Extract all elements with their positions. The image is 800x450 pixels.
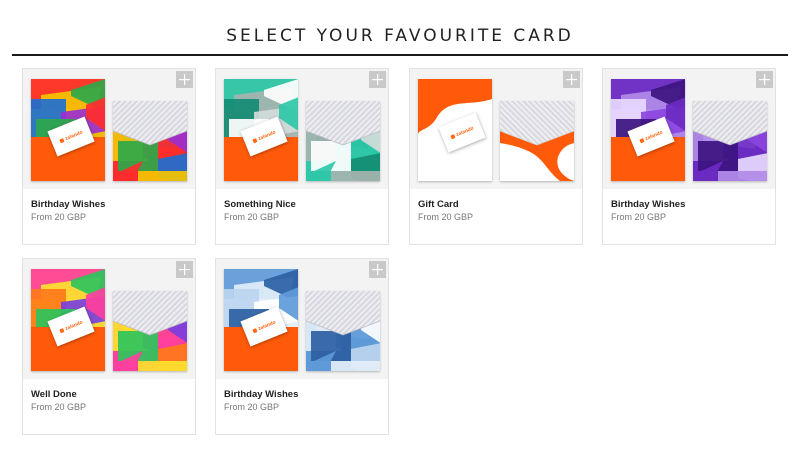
- card-name: Birthday Wishes: [611, 199, 686, 210]
- plus-icon: [759, 74, 770, 85]
- add-card-button[interactable]: [176, 71, 193, 88]
- brand-dot-icon: [58, 327, 65, 333]
- add-card-button[interactable]: [369, 71, 386, 88]
- card-tile[interactable]: zalando: [215, 68, 389, 245]
- card-price: From 20 GBP: [418, 212, 474, 222]
- card-name: Something Nice: [224, 199, 296, 210]
- card-preview[interactable]: zalando: [23, 259, 195, 379]
- title-divider: [12, 54, 788, 56]
- envelope-image: [306, 291, 380, 371]
- brand-logo: zalando: [257, 129, 277, 142]
- card-price: From 20 GBP: [31, 402, 87, 412]
- card-image: zalando: [224, 79, 298, 181]
- card-image: zalando: [31, 269, 105, 371]
- add-card-button[interactable]: [176, 261, 193, 278]
- envelope-flap: [306, 291, 380, 336]
- card-tile[interactable]: zalando: [215, 258, 389, 435]
- card-name: Birthday Wishes: [31, 199, 106, 210]
- brand-logo: zalando: [257, 319, 277, 332]
- brand-dot-icon: [251, 137, 258, 143]
- card-preview[interactable]: zalando: [216, 69, 388, 189]
- card-tile[interactable]: zalando: [22, 258, 196, 435]
- card-price: From 20 GBP: [224, 212, 280, 222]
- envelope-image: [113, 101, 187, 181]
- plus-icon: [372, 74, 383, 85]
- card-preview[interactable]: zalando: [216, 259, 388, 379]
- card-tile[interactable]: zalando: [22, 68, 196, 245]
- card-price: From 20 GBP: [31, 212, 87, 222]
- envelope-artwork: [500, 130, 574, 181]
- envelope-image: [306, 101, 380, 181]
- card-preview[interactable]: zalando: [23, 69, 195, 189]
- card-tile[interactable]: zalando: [602, 68, 776, 245]
- brand-dot-icon: [251, 327, 258, 333]
- card-name: Well Done: [31, 389, 77, 400]
- envelope-image: [500, 101, 574, 181]
- envelope-image: [693, 101, 767, 181]
- brand-dot-icon: [638, 137, 645, 143]
- card-price: From 20 GBP: [611, 212, 667, 222]
- plus-icon: [372, 264, 383, 275]
- brand-dot-icon: [449, 133, 456, 139]
- brand-logo: zalando: [455, 125, 475, 138]
- envelope-image: [113, 291, 187, 371]
- card-name: Gift Card: [418, 199, 459, 210]
- plus-icon: [566, 74, 577, 85]
- brand-dot-icon: [58, 137, 65, 143]
- envelope-flap: [306, 101, 380, 146]
- card-preview[interactable]: zalando: [603, 69, 775, 189]
- card-tile[interactable]: zalando Gift Card From 20 GBP: [409, 68, 583, 245]
- envelope-flap: [693, 101, 767, 146]
- brand-logo: zalando: [64, 319, 84, 332]
- card-image: zalando: [224, 269, 298, 371]
- add-card-button[interactable]: [756, 71, 773, 88]
- brand-logo: zalando: [644, 129, 664, 142]
- add-card-button[interactable]: [369, 261, 386, 278]
- plus-icon: [179, 264, 190, 275]
- envelope-flap: [113, 101, 187, 146]
- add-card-button[interactable]: [563, 71, 580, 88]
- card-preview[interactable]: zalando: [410, 69, 582, 189]
- card-image: zalando: [418, 79, 492, 181]
- card-image: zalando: [31, 79, 105, 181]
- envelope-flap: [113, 291, 187, 336]
- card-price: From 20 GBP: [224, 402, 280, 412]
- page-title: SELECT YOUR FAVOURITE CARD: [226, 26, 574, 46]
- plus-icon: [179, 74, 190, 85]
- brand-logo: zalando: [64, 129, 84, 142]
- card-image: zalando: [611, 79, 685, 181]
- card-name: Birthday Wishes: [224, 389, 299, 400]
